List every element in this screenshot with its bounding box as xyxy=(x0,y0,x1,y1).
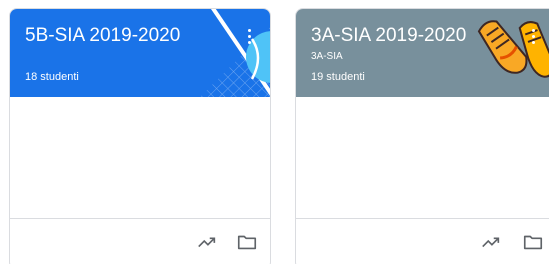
card-divider xyxy=(10,218,270,219)
more-vert-icon[interactable] xyxy=(526,26,542,48)
folder-icon[interactable] xyxy=(236,231,258,253)
tennis-ball-icon xyxy=(200,9,270,97)
class-card-header[interactable]: 5B-SIA 2019-2020 18 studenti xyxy=(10,9,270,97)
student-count: 18 studenti xyxy=(25,71,79,83)
class-section: 3A-SIA xyxy=(311,51,343,62)
student-count: 19 studenti xyxy=(311,71,365,83)
class-cards-grid: 5B-SIA 2019-2020 18 studenti 3A-SIA 2019… xyxy=(0,0,549,264)
class-title[interactable]: 3A-SIA 2019-2020 xyxy=(311,24,466,48)
more-vert-icon[interactable] xyxy=(242,26,258,48)
sneakers-icon xyxy=(477,20,549,78)
class-title[interactable]: 5B-SIA 2019-2020 xyxy=(25,24,180,48)
class-card: 3A-SIA 2019-2020 3A-SIA 19 studenti xyxy=(295,8,549,264)
trending-up-icon[interactable] xyxy=(196,231,218,253)
class-card-header[interactable]: 3A-SIA 2019-2020 3A-SIA 19 studenti xyxy=(296,9,549,97)
card-divider xyxy=(296,218,549,219)
class-card: 5B-SIA 2019-2020 18 studenti xyxy=(9,8,271,264)
trending-up-icon[interactable] xyxy=(480,231,502,253)
folder-icon[interactable] xyxy=(522,231,544,253)
